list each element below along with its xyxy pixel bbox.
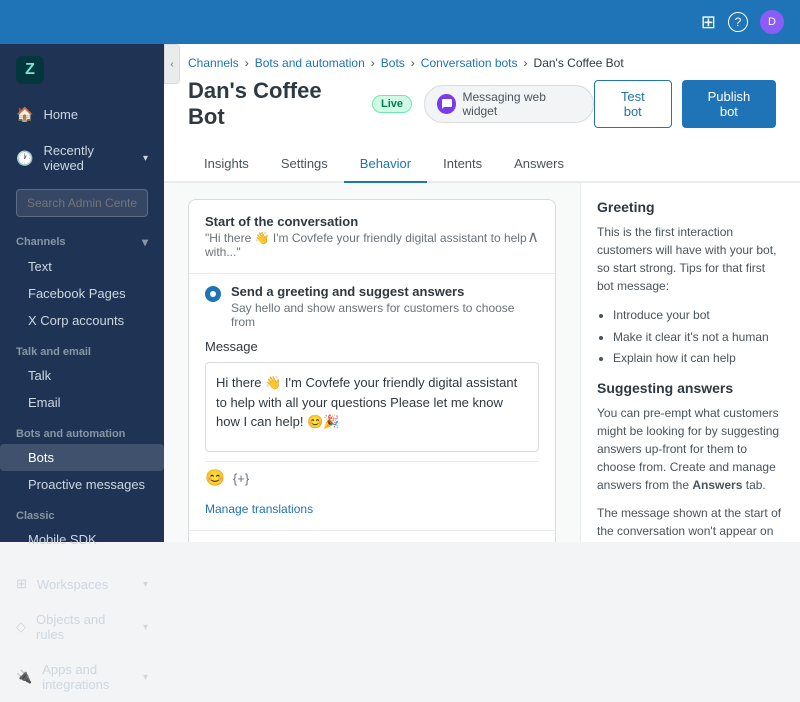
suggesting-title: Suggesting answers (597, 380, 784, 396)
tab-behavior[interactable]: Behavior (344, 146, 427, 183)
radio-label: Send a greeting and suggest answers (231, 284, 464, 299)
sidebar-item-x-corp-accounts[interactable]: X Corp accounts (0, 307, 164, 334)
radio-description: Say hello and show answers for customers… (231, 301, 539, 329)
conversation-card: Start of the conversation "Hi there 👋 I'… (188, 199, 556, 542)
breadcrumb-sep-4: › (524, 56, 528, 70)
workspaces-chevron-icon: ▾ (143, 579, 148, 590)
message-label: Message (205, 339, 539, 354)
right-panel: Greeting This is the first interaction c… (580, 183, 800, 542)
clock-icon: 🕐 (16, 150, 33, 167)
greeting-title: Greeting (597, 199, 784, 215)
card-subtitle: "Hi there 👋 I'm Covfefe your friendly di… (205, 231, 527, 259)
apps-chevron-icon: ▾ (143, 672, 148, 683)
sidebar-section-bots-automation: Bots and automation (0, 416, 164, 444)
sidebar-item-facebook-pages[interactable]: Facebook Pages (0, 280, 164, 307)
sidebar-item-talk[interactable]: Talk (0, 362, 164, 389)
radio-option-greeting[interactable]: Send a greeting and suggest answers Say … (189, 274, 555, 339)
greeting-text: This is the first interaction customers … (597, 223, 784, 295)
channel-icon (437, 94, 456, 114)
manage-translations-link[interactable]: Manage translations (205, 502, 539, 516)
help-icon[interactable]: ? (728, 12, 748, 32)
publish-bot-button[interactable]: Publish bot (682, 80, 776, 128)
chevron-left-icon: ‹ (170, 59, 173, 70)
breadcrumb-channels[interactable]: Channels (188, 56, 239, 70)
sidebar-item-workspaces[interactable]: ⊞ Workspaces ▾ (0, 566, 164, 602)
channels-collapse-icon[interactable]: ▾ (142, 235, 148, 249)
tip-1: Introduce your bot (613, 305, 784, 327)
sidebar-section-classic: Classic (0, 498, 164, 526)
objects-icon: ◇ (16, 619, 26, 635)
breadcrumb: Channels › Bots and automation › Bots › … (164, 44, 800, 70)
user-avatar-icon[interactable]: D (760, 10, 784, 34)
breadcrumb-sep-2: › (371, 56, 375, 70)
left-panel: Start of the conversation "Hi there 👋 I'… (164, 183, 580, 542)
sidebar-home-label: Home (43, 107, 78, 122)
emoji-icon[interactable]: 😊 (205, 468, 225, 488)
sidebar-item-home[interactable]: 🏠 Home (0, 96, 164, 133)
sidebar-section-channels: Channels ▾ (0, 223, 164, 253)
sidebar-item-objects-rules[interactable]: ◇ Objects and rules ▾ (0, 602, 164, 652)
tip-3: Explain how it can help (613, 348, 784, 370)
breadcrumb-sep-3: › (411, 56, 415, 70)
page-header-left: Dan's Coffee Bot Live Messaging web widg… (188, 78, 594, 130)
sidebar-collapse-button[interactable]: ‹ (164, 44, 180, 84)
apps-grid-icon[interactable]: ⊞ (701, 12, 716, 33)
sidebar: Z 🏠 Home 🕐 Recently viewed ▾ Channels ▾ … (0, 0, 164, 542)
sidebar-recently-viewed-label: Recently viewed (43, 143, 133, 173)
message-section: Message Hi there 👋 I'm Covfefe your frie… (189, 339, 555, 530)
main-layout: Start of the conversation "Hi there 👋 I'… (164, 183, 800, 542)
breadcrumb-bots-automation[interactable]: Bots and automation (255, 56, 365, 70)
apps-icon: 🔌 (16, 669, 32, 685)
tab-settings[interactable]: Settings (265, 146, 344, 183)
sidebar-item-text[interactable]: Text (0, 253, 164, 280)
page-header: Dan's Coffee Bot Live Messaging web widg… (164, 70, 800, 146)
tab-insights[interactable]: Insights (188, 146, 265, 183)
channel-label: Messaging web widget (462, 90, 580, 118)
test-bot-button[interactable]: Test bot (594, 80, 672, 128)
page-header-right: Test bot Publish bot (594, 80, 776, 128)
breadcrumb-conversation-bots[interactable]: Conversation bots (421, 56, 518, 70)
breadcrumb-sep-1: › (245, 56, 249, 70)
answers-bold: Answers (692, 478, 742, 492)
radio-circle (205, 286, 221, 302)
home-icon: 🏠 (16, 106, 33, 123)
add-variable-btn[interactable]: {+} (233, 471, 249, 486)
sidebar-item-apps-integrations[interactable]: 🔌 Apps and integrations ▾ (0, 652, 164, 702)
card-header: Start of the conversation "Hi there 👋 I'… (189, 200, 555, 274)
workspaces-icon: ⊞ (16, 576, 27, 592)
suggesting-text-2: The message shown at the start of the co… (597, 504, 784, 542)
page-title: Dan's Coffee Bot (188, 78, 360, 130)
sidebar-section-talk-email: Talk and email (0, 334, 164, 362)
breadcrumb-bots[interactable]: Bots (381, 56, 405, 70)
live-badge: Live (372, 95, 412, 113)
tip-2: Make it clear it's not a human (613, 327, 784, 349)
topbar: ⊞ ? D (0, 0, 800, 44)
breadcrumb-current: Dan's Coffee Bot (534, 56, 624, 70)
workspaces-label: Workspaces (37, 577, 133, 592)
tips-list: Introduce your bot Make it clear it's no… (597, 305, 784, 370)
message-textarea[interactable]: Hi there 👋 I'm Covfefe your friendly dig… (205, 362, 539, 452)
channel-badge: Messaging web widget (424, 85, 594, 123)
radio-option-text: Send a greeting and suggest answers Say … (231, 284, 539, 329)
sidebar-item-recently-viewed[interactable]: 🕐 Recently viewed ▾ (0, 133, 164, 183)
generate-variations-row: Generate variations (189, 530, 555, 542)
tabs: Insights Settings Behavior Intents Answe… (164, 146, 800, 183)
search-input[interactable] (16, 189, 148, 217)
card-collapse-icon[interactable]: ∧ (527, 227, 539, 247)
sidebar-item-email[interactable]: Email (0, 389, 164, 416)
tab-intents[interactable]: Intents (427, 146, 498, 183)
card-title: Start of the conversation (205, 214, 527, 229)
card-header-left: Start of the conversation "Hi there 👋 I'… (205, 214, 527, 259)
chevron-down-icon: ▾ (143, 153, 148, 164)
main-content: Channels › Bots and automation › Bots › … (164, 0, 800, 542)
tab-answers[interactable]: Answers (498, 146, 580, 183)
sidebar-item-mobile-sdk[interactable]: Mobile SDK (0, 526, 164, 553)
sidebar-item-bots[interactable]: Bots (0, 444, 164, 471)
apps-label: Apps and integrations (42, 662, 133, 692)
message-actions: 😊 {+} (205, 461, 539, 494)
objects-label: Objects and rules (36, 612, 133, 642)
suggesting-text-1: You can pre-empt what customers might be… (597, 404, 784, 494)
objects-chevron-icon: ▾ (143, 622, 148, 633)
sidebar-item-proactive-messages[interactable]: Proactive messages (0, 471, 164, 498)
